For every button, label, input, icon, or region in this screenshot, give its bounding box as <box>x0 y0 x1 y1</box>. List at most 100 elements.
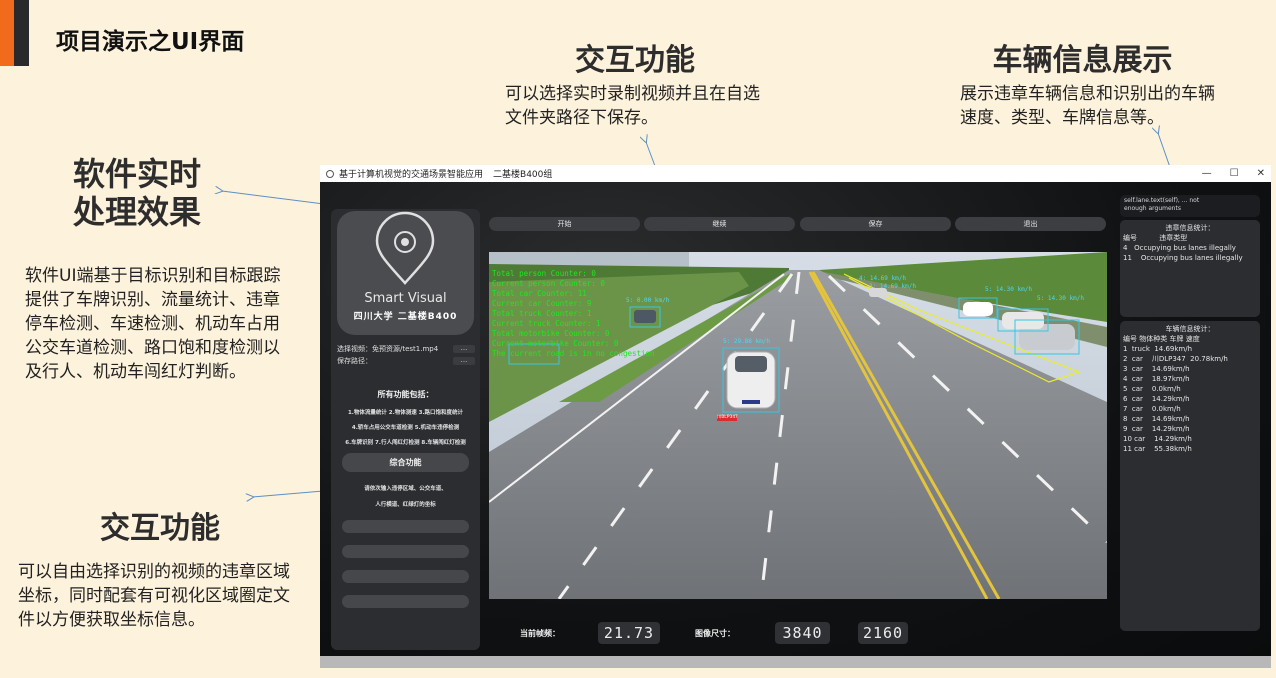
vehicle-row: 9 car 14.29km/h <box>1123 424 1260 434</box>
vehicle-row-speed: 18.97km/h <box>1151 375 1190 383</box>
status-bar: 当前帧频： 21.73 图像尺寸： 3840 2160 <box>520 622 908 644</box>
vehicle-row: 4 car 18.97km/h <box>1123 374 1260 384</box>
video-frame: Total person Counter: 0 Current person C… <box>489 252 1107 599</box>
video-counter-overlay: Total person Counter: 0 Current person C… <box>492 269 655 359</box>
fps-label: 当前帧频： <box>520 628 560 638</box>
vehicle-row-speed: 14.29km/h <box>1151 395 1190 403</box>
vehicle-row-id: 11 <box>1123 445 1135 453</box>
callout-interactive-top-title: 交互功能 <box>575 43 695 78</box>
violation-row-id: 4 <box>1123 244 1128 252</box>
vehicle-row: 6 car 14.29km/h <box>1123 394 1260 404</box>
vehicle-row-type: car <box>1131 355 1152 363</box>
vehicle-row-speed: 14.29km/h <box>1154 435 1192 443</box>
violation-row: 4 Occupying bus lanes illegally <box>1120 243 1260 253</box>
callout-realtime-text: 软件UI端基于目标识别和目标跟踪提供了车牌识别、流量统计、违章停车检测、车速检测… <box>25 266 281 382</box>
vehicle-row: 7 car 0.0km/h <box>1123 404 1260 414</box>
vehicle-col-speed: 速度 <box>1185 335 1200 343</box>
image-size-label: 图像尺寸： <box>695 628 735 638</box>
window-body: Smart Visual 四川大学 二基楼B400 选择视频： 免预资源/tes… <box>320 182 1271 668</box>
logo: Smart Visual 四川大学 二基楼B400 <box>337 211 474 335</box>
coords-hint-line-2: 人行横道、红绿灯的坐标 <box>375 502 436 508</box>
violation-title: 违章信息统计： <box>1165 224 1215 232</box>
violation-row-type: Occupying bus lanes illegally <box>1134 244 1236 252</box>
image-height-value: 2160 <box>858 622 908 644</box>
callout-interactive-bottom-title: 交互功能 <box>100 511 220 546</box>
functions-line-3: 6.车牌识别 7.行人闯红灯检测 8.车辆闯红灯检测 <box>345 440 466 446</box>
window-title: 基于计算机视觉的交通场景智能应用 <box>339 170 484 180</box>
callout-interactive-bottom-text: 可以自由选择识别的视频的违章区域坐标，同时配套有可视化区域圈定文件以方便获取坐标… <box>18 562 290 630</box>
logo-subtext: 四川大学 二基楼B400 <box>353 312 458 322</box>
vehicle-row-speed: 0.0km/h <box>1151 385 1181 393</box>
vehicle-row-speed: 14.69km/h <box>1151 415 1190 423</box>
speed-label-r4: 3: 14.69 km/h <box>869 283 916 290</box>
vehicle-row-type: car <box>1134 445 1155 453</box>
overlay-line: Current motorbike Counter: 0 <box>492 339 619 348</box>
coord-input-illegal-parking[interactable] <box>342 520 469 533</box>
browse-save-path-button[interactable]: ... <box>453 357 475 365</box>
vehicle-row: 11 car 55.38km/h <box>1123 444 1260 454</box>
violation-col-id: 编号 <box>1123 234 1137 242</box>
log-panel: self.lane.text(self), ... not enough arg… <box>1120 195 1260 217</box>
coord-input-bus-lane[interactable] <box>342 545 469 558</box>
exit-button[interactable]: 退出 <box>955 217 1106 231</box>
accent-bar-orange <box>0 0 14 66</box>
vehicle-row-id: 10 <box>1123 435 1135 443</box>
vehicle-panel: 车辆信息统计： 编号 物体种类 车牌 速度 1 truck 14.69km/h 2… <box>1120 321 1260 631</box>
vehicle-row-speed: 0.0km/h <box>1151 405 1181 413</box>
vehicle-row-type: car <box>1131 395 1152 403</box>
vehicle-row-type: car <box>1131 375 1152 383</box>
vehicle-row-type: car <box>1131 385 1152 393</box>
overlay-line: Current person Counter: 0 <box>492 279 605 288</box>
vehicle-row: 1 truck 14.69km/h <box>1123 344 1260 354</box>
violation-row-type: Occupying bus lanes illegally <box>1140 254 1243 262</box>
vehicle-row-id: 4 <box>1123 375 1132 383</box>
minimize-button[interactable]: — <box>1202 168 1212 179</box>
vehicle-row-id: 3 <box>1123 365 1132 373</box>
vehicle-col-id: 编号 <box>1123 335 1137 343</box>
coord-input-traffic-light[interactable] <box>342 595 469 608</box>
window-group: 二基楼B400组 <box>493 170 553 180</box>
vehicle-row: 10 car 14.29km/h <box>1123 434 1260 444</box>
continue-button[interactable]: 继续 <box>644 217 795 231</box>
vehicle-row-speed: 20.78km/h <box>1190 355 1228 363</box>
callout-realtime-title: 软件实时 处理效果 <box>62 155 212 231</box>
vehicle-row: 2 car 川DLP347 20.78km/h <box>1123 354 1260 364</box>
vehicle-row-type: truck <box>1131 345 1155 353</box>
maximize-button[interactable]: ☐ <box>1230 168 1239 179</box>
vehicle-row: 5 car 0.0km/h <box>1123 384 1260 394</box>
browse-video-button[interactable]: ... <box>453 345 475 353</box>
left-panel: Smart Visual 四川大学 二基楼B400 选择视频： 免预资源/tes… <box>331 209 480 650</box>
vehicle-row-type: car <box>1131 365 1152 373</box>
violation-row: 11 Occupying bus lanes illegally <box>1120 253 1260 263</box>
vehicle-title: 车辆信息统计： <box>1165 325 1215 333</box>
save-path-label: 保存路径： <box>337 357 372 365</box>
start-button[interactable]: 开始 <box>489 217 640 231</box>
vehicle-row-speed: 55.38km/h <box>1154 445 1192 453</box>
vehicle-header: 编号 物体种类 车牌 速度 <box>1120 334 1260 344</box>
callout-vehicle-info-title: 车辆信息展示 <box>992 43 1173 78</box>
vehicle-row-speed: 14.69km/h <box>1154 345 1193 353</box>
violation-row-id: 11 <box>1123 254 1132 262</box>
vehicle-row-id: 2 <box>1123 355 1132 363</box>
select-video-value[interactable]: 免预资源/test1.mp4 <box>372 344 438 354</box>
vehicle-row-id: 1 <box>1123 345 1132 353</box>
functions-heading: 所有功能包括： <box>377 390 434 399</box>
overlay-line: Total motorbike Counter: 0 <box>492 329 610 338</box>
vehicle-row-id: 5 <box>1123 385 1132 393</box>
logo-text: Smart Visual <box>364 291 447 306</box>
save-path-row: 保存路径： ... <box>337 356 475 366</box>
coords-hint-line-1: 请依次输入违停区域、公交车道、 <box>364 486 447 492</box>
close-button[interactable]: ✕ <box>1257 168 1265 179</box>
vehicle-row-type: car <box>1131 405 1152 413</box>
overlay-line: The current road is in no congestion <box>492 349 655 358</box>
app-window: 基于计算机视觉的交通场景智能应用 二基楼B400组 — ☐ ✕ Smart Vi… <box>320 165 1271 668</box>
violation-header: 编号 违章类型 <box>1120 233 1260 243</box>
speed-label-r2: 5: 14.30 km/h <box>1037 295 1084 302</box>
save-button[interactable]: 保存 <box>800 217 951 231</box>
vehicle-row-type: car <box>1134 435 1155 443</box>
callout-realtime-title-line1: 软件实时 <box>72 155 201 193</box>
vehicle-row-type: car <box>1131 415 1152 423</box>
app-icon <box>326 169 334 178</box>
combined-function-button[interactable]: 综合功能 <box>342 453 469 472</box>
coord-input-crosswalk[interactable] <box>342 570 469 583</box>
